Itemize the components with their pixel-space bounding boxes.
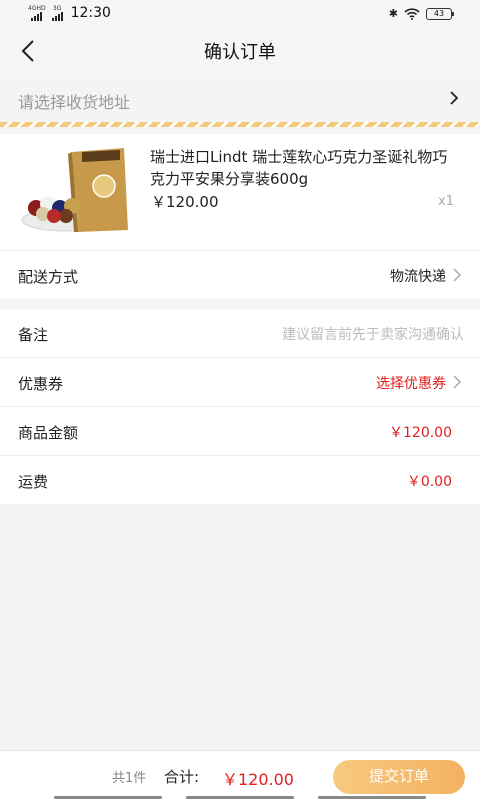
product-quantity: x1 <box>438 194 454 209</box>
shipping-label: 运费 <box>18 473 49 491</box>
delivery-label: 配送方式 <box>18 268 79 286</box>
total-label: 合计: <box>164 768 200 786</box>
checkout-bar: 共1件 合计: ￥120.00 提交订单 <box>0 750 480 800</box>
coupon-value: 选择优惠券 <box>376 376 446 392</box>
signal-3g-label: 3G <box>52 5 62 12</box>
header: 确认订单 <box>0 28 480 74</box>
total-value: ￥120.00 <box>222 770 294 789</box>
remark-row[interactable]: 备注 建议留言前先于卖家沟通确认 <box>0 309 480 357</box>
signal-4g-label: 4GHD <box>28 5 46 12</box>
remark-label: 备注 <box>18 326 49 344</box>
coupon-label: 优惠券 <box>18 375 64 393</box>
remark-input[interactable]: 建议留言前先于卖家沟通确认 <box>282 324 464 344</box>
status-right: ✱ 43 <box>388 7 454 20</box>
address-selector[interactable]: 请选择收货地址 <box>0 74 480 122</box>
wifi-icon <box>404 7 420 20</box>
bluetooth-icon: ✱ <box>388 7 398 20</box>
goods-amount-row: 商品金额 ￥120.00 <box>0 407 480 455</box>
status-left: 4GHD 3G 12:30 <box>28 5 111 21</box>
signal-4g-icon: 4GHD <box>28 5 46 21</box>
nav-indicator-left <box>54 796 162 799</box>
nav-indicator-center <box>186 796 294 799</box>
address-placeholder: 请选择收货地址 <box>18 93 131 112</box>
product-image <box>21 148 128 232</box>
product-card[interactable]: 瑞士进口Lindt 瑞士莲软心巧克力圣诞礼物巧克力平安果分享装600g ￥120… <box>0 134 480 250</box>
coupon-row[interactable]: 优惠券 选择优惠券 <box>0 358 480 406</box>
chevron-right-icon <box>450 91 459 105</box>
address-stripe-divider <box>0 122 480 127</box>
shipping-row: 运费 ￥0.00 <box>0 456 480 504</box>
page-title: 确认订单 <box>204 42 276 63</box>
nav-indicator-right <box>318 796 426 799</box>
signal-3g-icon: 3G <box>51 5 63 21</box>
item-count: 共1件 <box>112 771 147 786</box>
goods-amount-label: 商品金额 <box>18 424 79 442</box>
delivery-method-row[interactable]: 配送方式 物流快递 <box>0 251 480 299</box>
chevron-right-icon <box>453 375 462 389</box>
product-name: 瑞士进口Lindt 瑞士莲软心巧克力圣诞礼物巧克力平安果分享装600g <box>150 148 448 188</box>
delivery-value: 物流快递 <box>390 269 446 285</box>
chevron-right-icon <box>453 268 462 282</box>
status-bar: 4GHD 3G 12:30 ✱ 43 <box>0 0 480 28</box>
product-price: ￥120.00 <box>151 193 219 211</box>
status-time: 12:30 <box>70 5 111 21</box>
shipping-value: ￥0.00 <box>406 474 452 490</box>
battery-icon: 43 <box>426 7 454 20</box>
goods-amount-value: ￥120.00 <box>389 425 452 441</box>
submit-order-button[interactable]: 提交订单 <box>333 760 465 794</box>
